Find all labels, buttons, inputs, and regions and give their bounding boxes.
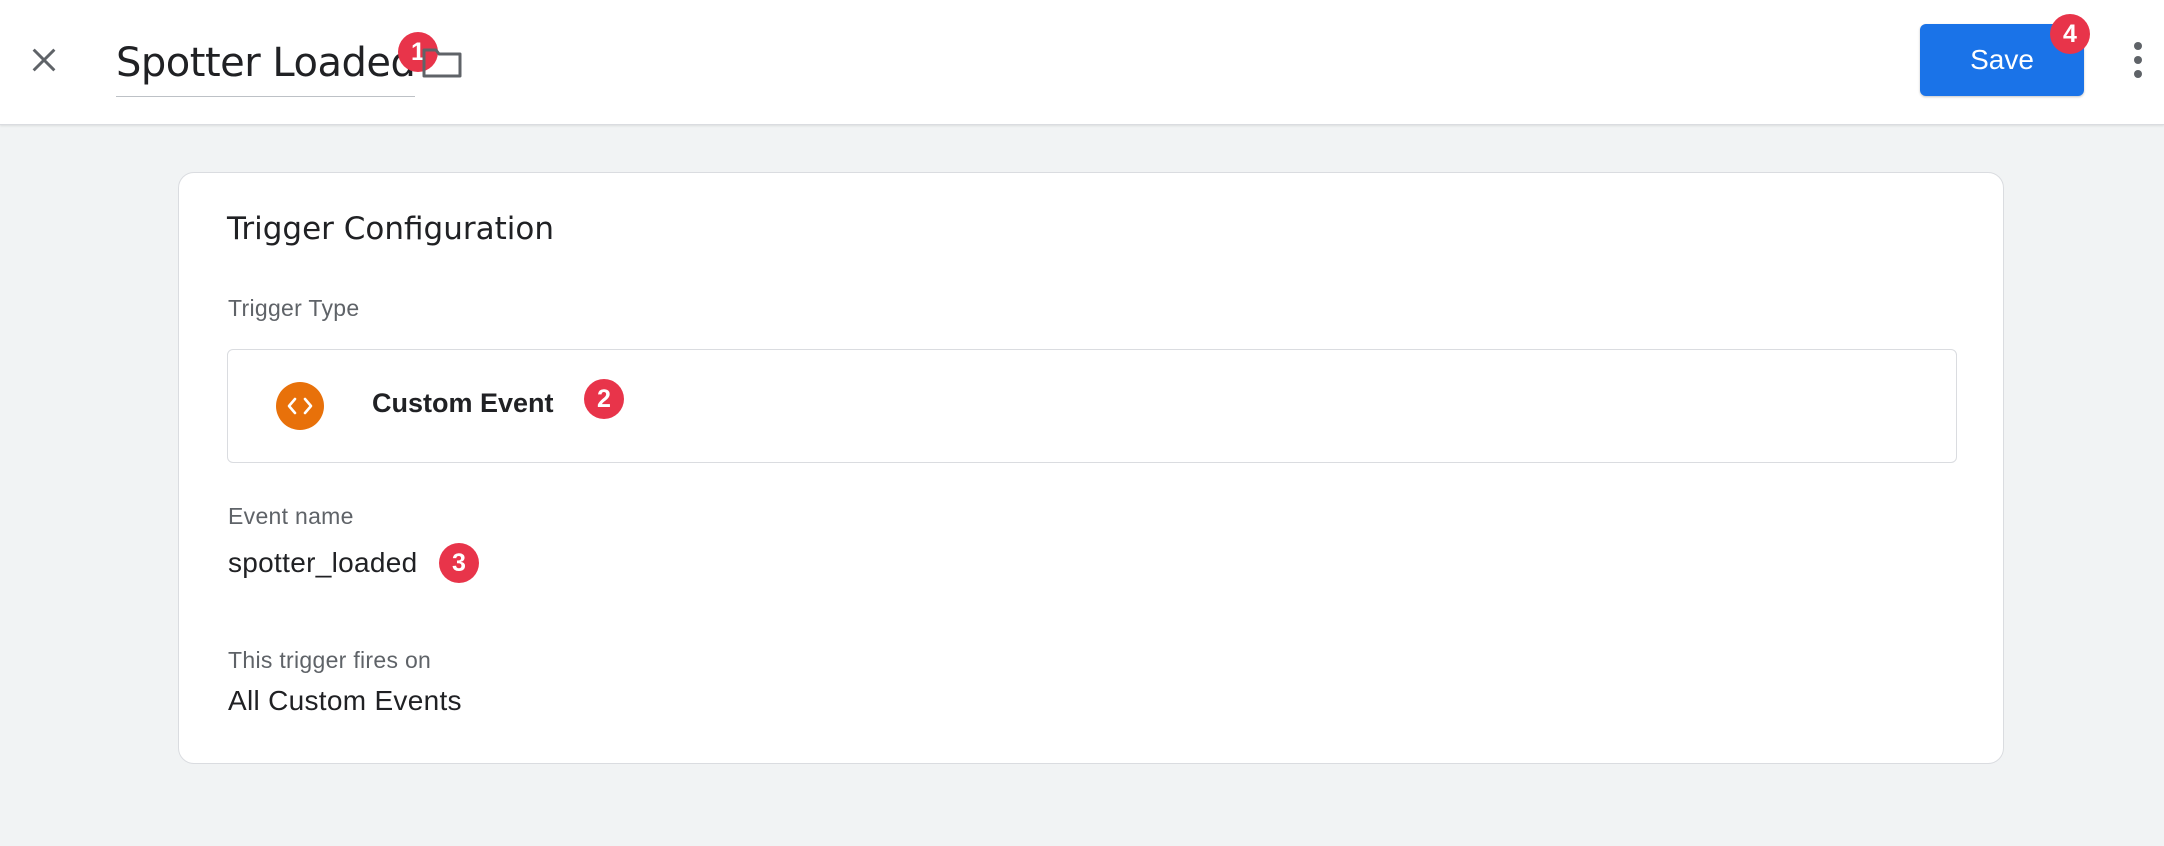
page-title: Spotter Loaded [116, 40, 416, 86]
folder-button[interactable] [418, 44, 466, 84]
close-icon [28, 44, 60, 81]
more-vert-icon [2132, 40, 2144, 85]
event-name-value: spotter_loaded [228, 547, 418, 578]
card-title: Trigger Configuration [227, 211, 554, 247]
annotation-badge: 4 [2050, 14, 2090, 54]
trigger-name-field[interactable]: Spotter Loaded [116, 30, 416, 97]
trigger-type-selector[interactable]: Custom Event [227, 349, 1957, 463]
fires-on-label: This trigger fires on [228, 647, 432, 673]
annotation-badge: 2 [584, 379, 624, 419]
annotation-badge: 3 [439, 543, 479, 583]
code-brackets-icon [276, 382, 324, 430]
top-bar: Spotter Loaded 1 Save 4 [0, 0, 2164, 125]
trigger-type-name: Custom Event [372, 388, 554, 418]
more-options-button[interactable] [2118, 36, 2158, 88]
trigger-configuration-card: Trigger Configuration Trigger Type Custo… [178, 172, 2004, 764]
trigger-type-label: Trigger Type [228, 295, 360, 321]
fires-on-value: All Custom Events [228, 685, 462, 716]
close-button[interactable] [20, 38, 68, 86]
event-name-label: Event name [228, 503, 354, 529]
folder-icon [421, 45, 463, 84]
